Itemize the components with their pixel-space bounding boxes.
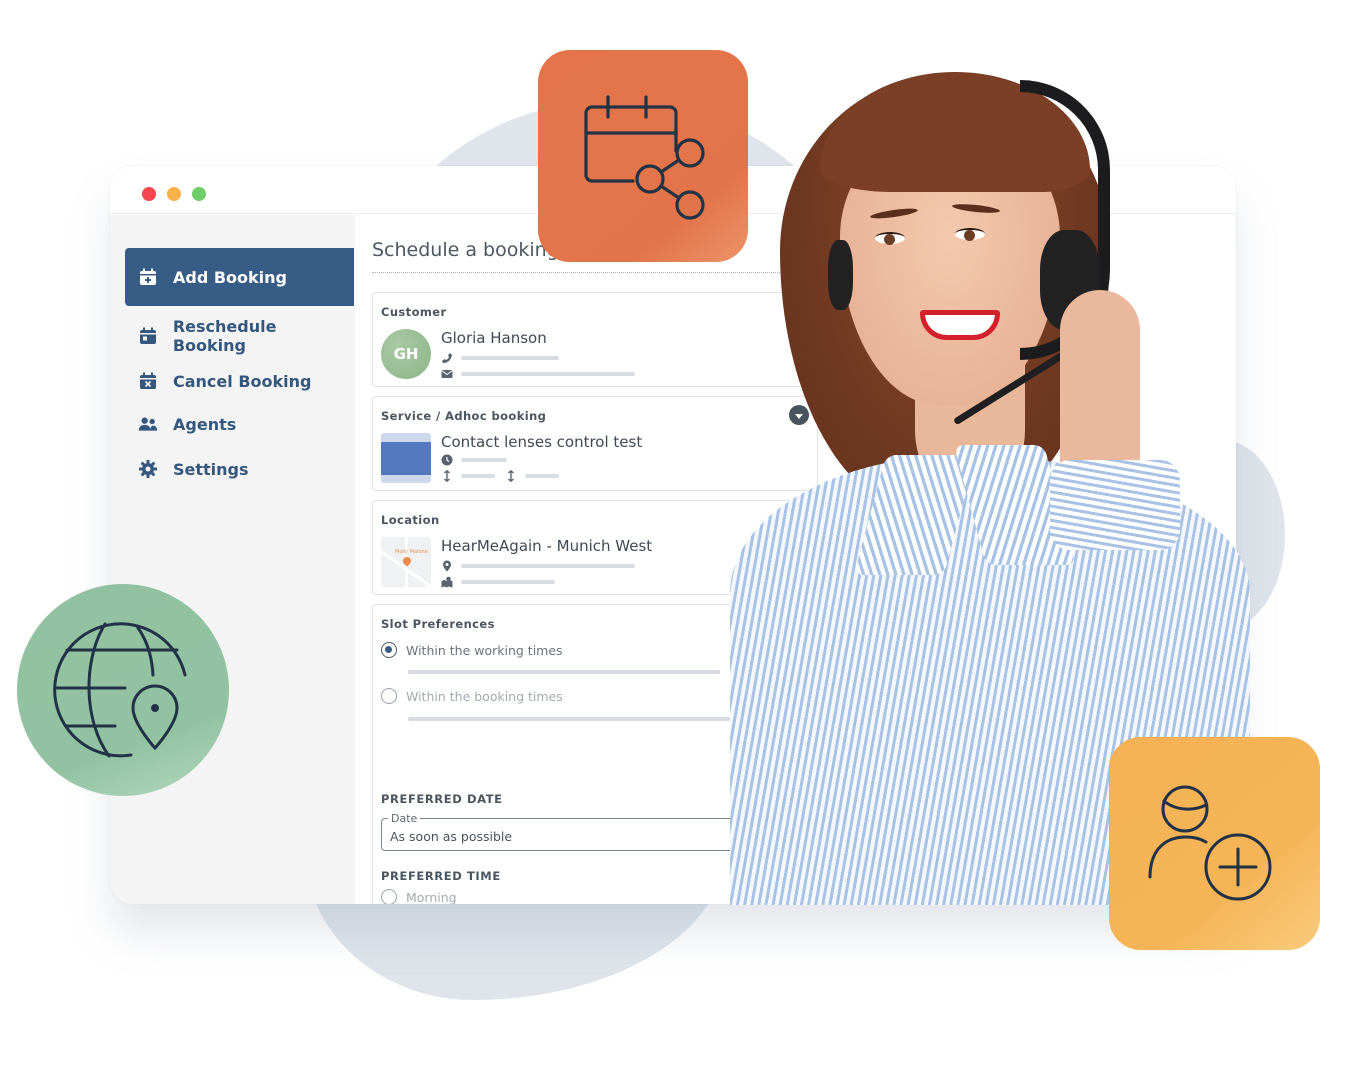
clock-icon <box>441 454 453 466</box>
customer-label: Customer <box>381 305 447 319</box>
envelope-icon <box>441 368 453 380</box>
sidebar-item-add-booking[interactable]: Add Booking <box>125 248 354 306</box>
arrows-vertical-icon <box>505 469 517 483</box>
radio-button-checked[interactable] <box>381 642 397 658</box>
email-placeholder-bar <box>461 372 635 376</box>
customer-name: Gloria Hanson <box>441 329 547 347</box>
window-minimize-button[interactable] <box>167 187 181 201</box>
buffer-after-bar <box>525 474 559 478</box>
service-buffer-row <box>441 469 559 483</box>
working-times-slider[interactable] <box>408 670 720 674</box>
address-placeholder-bar <box>461 564 635 568</box>
sidebar-item-label: Settings <box>173 459 249 479</box>
avatar: GH <box>381 329 431 379</box>
radio-within-booking-times[interactable]: Within the booking times <box>381 688 563 704</box>
sidebar-item-settings[interactable]: Settings <box>125 440 354 498</box>
users-icon <box>137 413 159 435</box>
globe-location-tile <box>17 584 229 796</box>
location-label: Location <box>381 513 440 527</box>
map-icon <box>441 576 453 588</box>
radio-button[interactable] <box>381 688 397 704</box>
radio-morning[interactable]: Morning <box>381 889 457 904</box>
calendar-share-icon <box>584 95 705 220</box>
location-address-row <box>441 560 635 572</box>
phone-placeholder-bar <box>461 356 559 360</box>
arrows-vertical-icon <box>441 469 453 483</box>
service-duration-row <box>441 454 507 466</box>
map-marker-icon <box>441 560 453 572</box>
preferred-date-heading: PREFERRED DATE <box>381 792 503 806</box>
service-name: Contact lenses control test <box>441 433 643 451</box>
page-title: Schedule a booking <box>372 239 559 261</box>
date-input[interactable]: Date As soon as possible <box>381 812 761 851</box>
phone-icon <box>441 352 453 364</box>
calendar-day-icon <box>137 325 159 347</box>
globe-location-icon <box>53 622 187 758</box>
date-value: As soon as possible <box>390 829 513 844</box>
sidebar-item-label: Cancel Booking <box>173 371 312 391</box>
slot-preferences-label: Slot Preferences <box>381 617 495 631</box>
customer-email-row <box>441 368 635 380</box>
agent-smile <box>920 310 1000 340</box>
user-add-tile <box>1109 737 1320 950</box>
calendar-plus-icon <box>137 266 159 288</box>
date-field-label: Date <box>388 812 421 825</box>
user-add-icon <box>1148 785 1271 900</box>
customer-phone-row <box>441 352 559 364</box>
sidebar: Add Booking Reschedule Booking Cancel Bo… <box>110 215 355 904</box>
sidebar-item-label: Reschedule Booking <box>172 317 277 355</box>
window-maximize-button[interactable] <box>192 187 206 201</box>
service-label: Service / Adhoc booking <box>381 409 547 423</box>
sidebar-item-label: Agents <box>173 414 237 434</box>
gear-icon <box>137 458 159 480</box>
area-placeholder-bar <box>461 580 555 584</box>
duration-placeholder-bar <box>461 458 507 462</box>
radio-within-working-times[interactable]: Within the working times <box>381 642 563 658</box>
calendar-share-tile <box>538 50 748 262</box>
window-close-button[interactable] <box>142 187 156 201</box>
sidebar-item-label: Add Booking <box>173 267 288 287</box>
service-thumbnail <box>381 433 431 483</box>
calendar-x-icon <box>137 370 159 392</box>
radio-button[interactable] <box>381 889 397 904</box>
location-name: HearMeAgain - Munich West <box>441 537 653 555</box>
preferred-time-heading: PREFERRED TIME <box>381 869 501 883</box>
location-area-row <box>441 576 555 588</box>
location-map-thumbnail: Molly Malone <box>381 537 431 587</box>
buffer-before-bar <box>461 474 495 478</box>
